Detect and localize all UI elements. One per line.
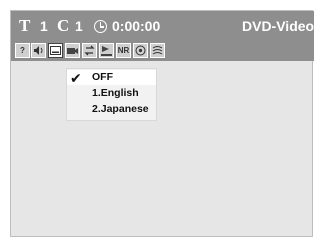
- subtitle-menu: ✔ OFF 1.English 2.Japanese: [66, 68, 157, 121]
- osd-screen: T 1 C 1 0:00:00 DVD-Video ? NR ✔ OFF 1.E…: [10, 10, 314, 237]
- subtitle-option-off[interactable]: ✔ OFF: [67, 70, 156, 85]
- subtitle-option-japanese[interactable]: 2.Japanese: [67, 102, 156, 117]
- checkmark-icon: ✔: [70, 70, 82, 86]
- elapsed-time: 0:00:00: [112, 18, 161, 34]
- picture-icon[interactable]: [133, 43, 148, 58]
- audio-icon[interactable]: [31, 43, 46, 58]
- angle-icon[interactable]: [65, 43, 80, 58]
- marker-icon[interactable]: [99, 43, 114, 58]
- subtitle-icon[interactable]: [48, 43, 63, 58]
- option-label: 2.Japanese: [92, 103, 149, 115]
- title-number: 1: [40, 18, 48, 34]
- title-icon: T: [19, 16, 31, 35]
- search-icon[interactable]: ?: [15, 43, 30, 58]
- option-label: OFF: [92, 71, 113, 83]
- noise-reduction-icon[interactable]: NR: [116, 43, 131, 58]
- status-bar: T 1 C 1 0:00:00 DVD-Video: [11, 11, 314, 41]
- repeat-icon[interactable]: [82, 43, 97, 58]
- disc-type: DVD-Video: [242, 18, 315, 34]
- option-label: 1.English: [92, 87, 139, 99]
- subtitle-option-english[interactable]: 1.English: [67, 86, 156, 101]
- chapter-number: 1: [75, 18, 83, 34]
- chapter-icon: C: [57, 16, 70, 35]
- function-icon-bar: ? NR: [11, 41, 314, 61]
- surround-icon[interactable]: [150, 43, 165, 58]
- clock-icon: [94, 18, 107, 34]
